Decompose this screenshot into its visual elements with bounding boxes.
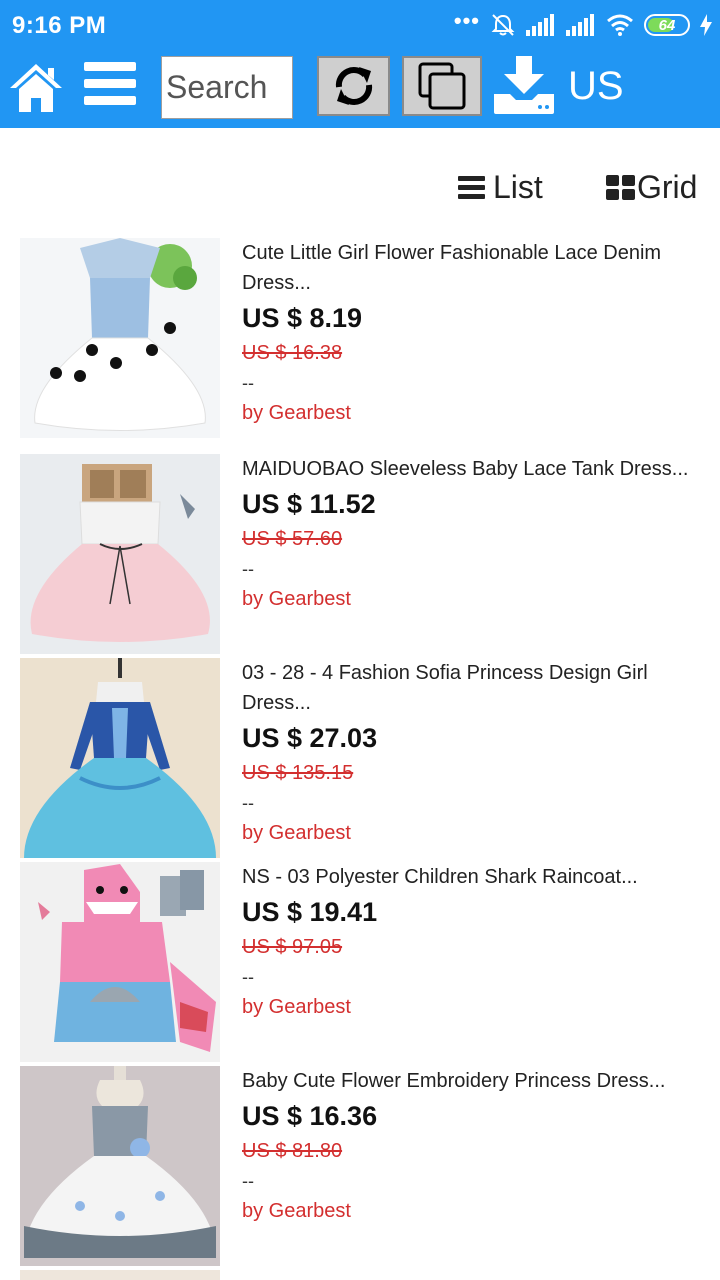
product-old-price: US $ 135.15 [242, 762, 354, 784]
product-name[interactable]: MAIDUOBAO Sleeveless Baby Lace Tank Dres… [242, 454, 714, 484]
product-name[interactable]: NS - 03 Polyester Children Shark Raincoa… [242, 862, 714, 892]
product-extra: -- [242, 559, 254, 579]
product-item[interactable]: Baby Cute Flower Embroidery Princess Dre… [0, 1066, 720, 1270]
search-input[interactable] [161, 56, 293, 119]
product-image[interactable] [20, 658, 220, 858]
product-extra: -- [242, 967, 254, 987]
product-old-price: US $ 16.38 [242, 342, 343, 364]
alarm-off-icon [490, 12, 516, 38]
refresh-icon [335, 67, 372, 105]
product-seller[interactable]: by Gearbest [242, 992, 714, 1022]
home-icon [10, 64, 62, 112]
product-old-price: US $ 57.60 [242, 528, 343, 550]
product-price: US $ 19.41 [242, 897, 378, 927]
product-price: US $ 16.36 [242, 1101, 378, 1131]
product-info: NS - 03 Polyester Children Shark Raincoa… [242, 862, 714, 1022]
list-view-button[interactable]: List [458, 168, 543, 206]
product-extra: -- [242, 373, 254, 393]
toolbar: US [0, 50, 720, 128]
wifi-icon [606, 14, 634, 36]
product-old-price: US $ 97.05 [242, 936, 343, 958]
product-item[interactable]: NS - 03 Polyester Children Shark Raincoa… [0, 862, 720, 1066]
product-image[interactable] [20, 454, 220, 654]
signal-icon [526, 14, 556, 36]
grid-view-button[interactable]: Grid [606, 168, 697, 206]
product-seller[interactable]: by Gearbest [242, 1196, 714, 1226]
product-item[interactable]: Cute Little Girl Flower Fashionable Lace… [0, 238, 720, 442]
product-price: US $ 8.19 [242, 303, 363, 333]
region-label[interactable]: US [568, 64, 624, 109]
grid-icon [606, 174, 635, 200]
home-button[interactable] [8, 58, 64, 114]
next-product-image[interactable] [20, 1270, 220, 1280]
product-image[interactable] [20, 862, 220, 1062]
download-button[interactable] [492, 54, 558, 116]
list-icon [458, 172, 485, 203]
copy-button[interactable] [402, 56, 482, 116]
product-price: US $ 11.52 [242, 489, 376, 519]
product-seller[interactable]: by Gearbest [242, 398, 714, 428]
product-seller[interactable]: by Gearbest [242, 584, 714, 614]
grid-view-label: Grid [637, 168, 698, 205]
charging-icon [700, 14, 712, 36]
product-old-price: US $ 81.80 [242, 1140, 343, 1162]
product-item[interactable]: MAIDUOBAO Sleeveless Baby Lace Tank Dres… [0, 454, 720, 658]
product-extra: -- [242, 793, 254, 813]
product-info: MAIDUOBAO Sleeveless Baby Lace Tank Dres… [242, 454, 714, 614]
product-seller[interactable]: by Gearbest [242, 818, 714, 848]
product-name[interactable]: 03 - 28 - 4 Fashion Sofia Princess Desig… [242, 658, 714, 718]
product-name[interactable]: Baby Cute Flower Embroidery Princess Dre… [242, 1066, 714, 1096]
product-info: 03 - 28 - 4 Fashion Sofia Princess Desig… [242, 658, 714, 848]
product-image[interactable] [20, 1066, 220, 1266]
product-info: Baby Cute Flower Embroidery Princess Dre… [242, 1066, 714, 1226]
refresh-button[interactable] [317, 56, 390, 116]
download-icon [494, 56, 554, 114]
list-view-label: List [493, 168, 543, 205]
product-name[interactable]: Cute Little Girl Flower Fashionable Lace… [242, 238, 714, 298]
status-bar: 9:16 PM ••• 64 [0, 0, 720, 50]
product-item[interactable]: 03 - 28 - 4 Fashion Sofia Princess Desig… [0, 658, 720, 862]
menu-button[interactable] [84, 62, 140, 112]
status-time: 9:16 PM [12, 12, 107, 39]
more-notifications-icon: ••• [453, 8, 480, 33]
battery-level: 64 [658, 16, 676, 34]
copy-icon [418, 62, 466, 110]
product-extra: -- [242, 1171, 254, 1191]
hamburger-icon [84, 62, 140, 105]
product-image[interactable] [20, 238, 220, 438]
product-price: US $ 27.03 [242, 723, 378, 753]
status-icons: ••• 64 [453, 8, 712, 40]
signal-2-icon [566, 14, 596, 36]
product-info: Cute Little Girl Flower Fashionable Lace… [242, 238, 714, 428]
battery-icon: 64 [644, 14, 690, 36]
